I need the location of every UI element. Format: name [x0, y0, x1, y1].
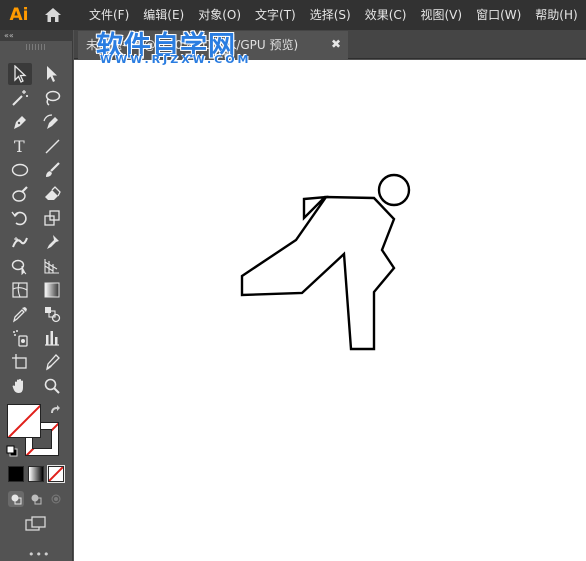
line-segment-tool-icon[interactable] — [40, 135, 64, 157]
hand-tool-icon[interactable] — [8, 375, 32, 397]
slice-tool-icon[interactable] — [40, 351, 64, 373]
color-mode-color-icon[interactable] — [8, 466, 24, 482]
pen-tool-icon[interactable] — [8, 111, 32, 133]
magic-wand-tool-icon[interactable] — [8, 87, 32, 109]
artboard-tool-icon[interactable] — [8, 351, 32, 373]
shape-builder-tool-icon[interactable] — [8, 255, 32, 277]
panel-grip[interactable] — [26, 44, 46, 50]
svg-text:T: T — [14, 137, 25, 155]
rotate-tool-icon[interactable] — [8, 207, 32, 229]
scale-tool-icon[interactable] — [40, 207, 64, 229]
perspective-grid-tool-icon[interactable] — [40, 255, 64, 277]
gradient-tool-icon[interactable] — [40, 279, 64, 301]
menu-effect[interactable]: 效果(C) — [358, 0, 414, 30]
watermark-url: WWW.RJZXW.COM — [100, 53, 252, 66]
menu-type[interactable]: 文字(T) — [248, 0, 303, 30]
menu-view[interactable]: 视图(V) — [413, 0, 469, 30]
menu-help[interactable]: 帮助(H) — [528, 0, 584, 30]
draw-normal-icon[interactable] — [8, 491, 24, 507]
menu-bar: Ai 文件(F) 编辑(E) 对象(O) 文字(T) 选择(S) 效果(C) 视… — [0, 0, 586, 30]
curvature-tool-icon[interactable] — [40, 111, 64, 133]
swap-fill-stroke-icon[interactable] — [47, 402, 63, 418]
menu-window[interactable]: 窗口(W) — [469, 0, 528, 30]
menu-select[interactable]: 选择(S) — [303, 0, 358, 30]
selection-tool-icon[interactable] — [8, 63, 32, 85]
color-mode-none-icon[interactable] — [47, 465, 65, 483]
width-tool-icon[interactable] — [8, 231, 32, 253]
lasso-tool-icon[interactable] — [40, 87, 64, 109]
type-tool-icon[interactable]: T — [8, 135, 32, 157]
eyedropper-tool-icon[interactable] — [8, 303, 32, 325]
draw-inside-icon[interactable] — [48, 491, 64, 507]
mesh-tool-icon[interactable] — [8, 279, 32, 301]
eraser-tool-icon[interactable] — [40, 183, 64, 205]
zoom-tool-icon[interactable] — [40, 375, 64, 397]
column-graph-tool-icon[interactable] — [40, 327, 64, 349]
color-mode-gradient-icon[interactable] — [28, 466, 44, 482]
blend-tool-icon[interactable] — [40, 303, 64, 325]
more-tools-button[interactable]: ••• — [28, 548, 50, 561]
fill-color-swatch[interactable] — [7, 404, 41, 438]
blob-brush-tool-icon[interactable] — [8, 183, 32, 205]
app-logo: Ai — [9, 5, 29, 25]
direct-selection-tool-icon[interactable] — [40, 63, 64, 85]
draw-behind-icon[interactable] — [28, 491, 44, 507]
close-tab-icon[interactable]: ✖ — [328, 30, 344, 59]
screen-mode-icon[interactable] — [24, 514, 48, 534]
default-fill-stroke-icon[interactable] — [5, 444, 19, 458]
ellipse-tool-icon[interactable] — [8, 159, 32, 181]
paintbrush-tool-icon[interactable] — [40, 159, 64, 181]
symbol-sprayer-tool-icon[interactable] — [8, 327, 32, 349]
home-icon[interactable] — [38, 0, 68, 30]
running-figure-artwork — [240, 173, 411, 351]
artboard-canvas[interactable] — [74, 60, 586, 561]
panel-collapse-button[interactable]: «« — [0, 30, 73, 41]
puppet-warp-tool-icon[interactable] — [40, 231, 64, 253]
